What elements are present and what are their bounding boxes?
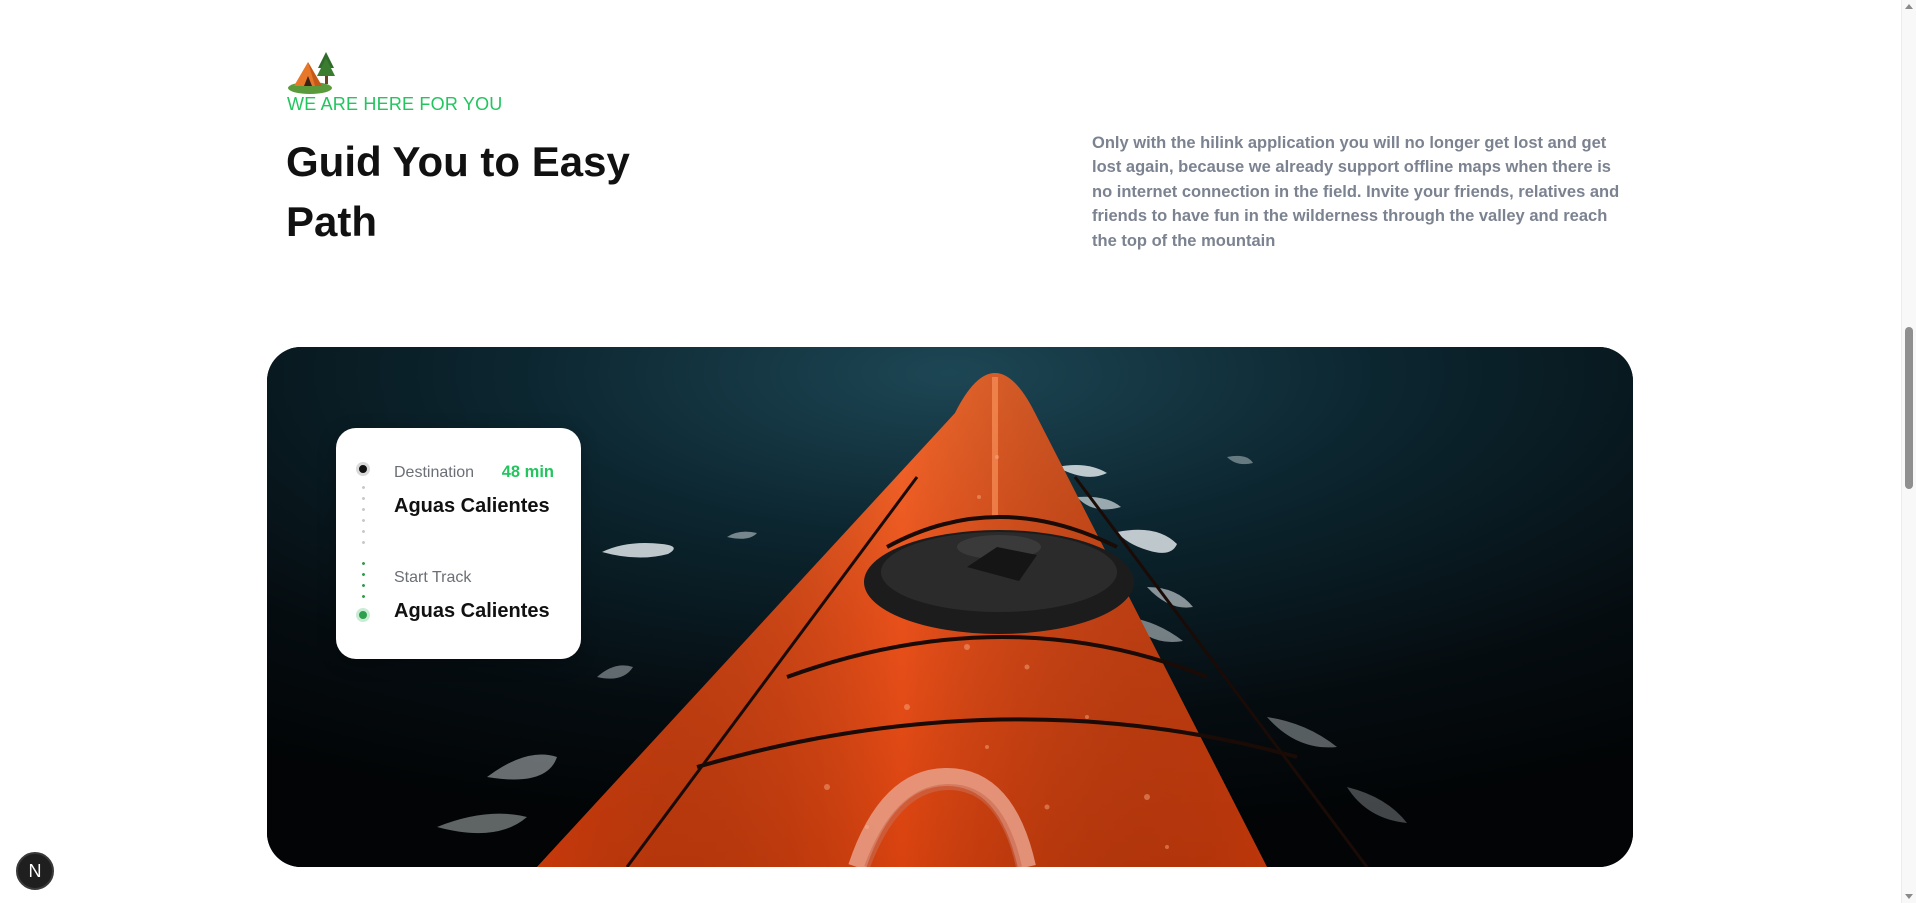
- scroll-down-arrow-icon[interactable]: [1905, 894, 1913, 899]
- route-card: Destination 48 min Aguas Calientes Start…: [336, 428, 581, 659]
- destination-time: 48 min: [501, 463, 554, 481]
- start-track-place: Aguas Calientes: [394, 600, 550, 622]
- section-eyebrow: WE ARE HERE FOR YOU: [287, 94, 503, 114]
- section-description: Only with the hilink application you wil…: [1092, 134, 1620, 250]
- destination-place: Aguas Calientes: [394, 495, 550, 517]
- destination-marker-icon: [356, 462, 370, 476]
- route-timeline: [356, 462, 370, 622]
- nextjs-dev-badge[interactable]: N: [16, 852, 54, 890]
- scrollbar-thumb[interactable]: [1905, 327, 1913, 489]
- route-dotted-line-progress: [361, 558, 365, 604]
- start-marker-icon: [356, 608, 370, 622]
- route-dotted-line: [361, 482, 365, 552]
- section-title: Guid You to Easy Path: [286, 138, 630, 245]
- destination-label: Destination: [394, 464, 475, 481]
- scroll-up-arrow-icon[interactable]: [1905, 4, 1913, 9]
- page-scrollbar[interactable]: [1901, 0, 1916, 903]
- start-track-label: Start Track: [394, 569, 472, 586]
- camping-tent-icon: [286, 48, 338, 96]
